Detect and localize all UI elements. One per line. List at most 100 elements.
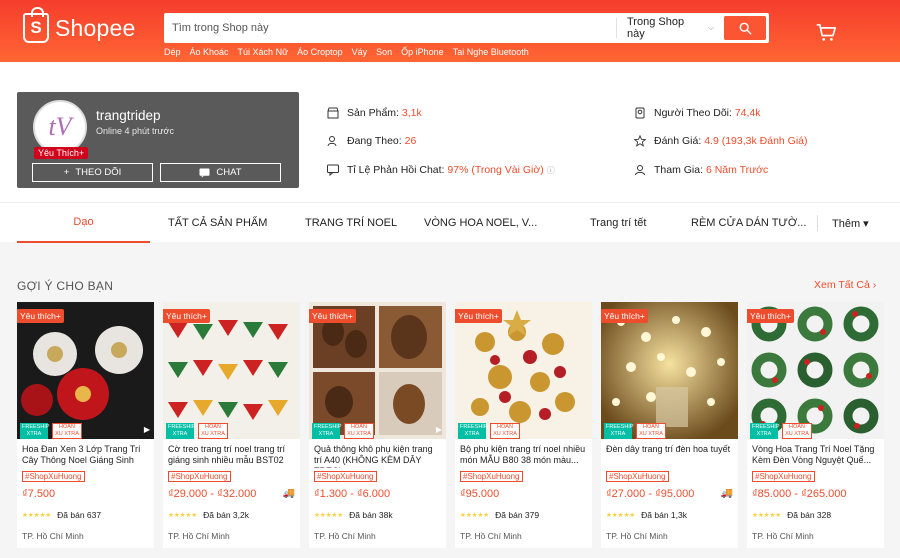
stat-label: Đang Theo: — [347, 135, 402, 147]
trend-tag: #ShopXuHuong — [752, 471, 815, 482]
product-name: Đèn dây trang trí đèn hoa tuyết — [606, 444, 731, 454]
search-bar: Trong Shop này ⌵ — [164, 13, 769, 43]
stat-value: 4.9 (193,3k Đánh Giá) — [704, 135, 808, 147]
favorite-badge: Yêu thích+ — [309, 309, 356, 323]
sold-count: Đã bán 637 — [57, 510, 102, 520]
stat-value: 6 Năm Trước — [705, 164, 769, 176]
suggestion-link[interactable]: Ốp iPhone — [401, 47, 444, 57]
product-price: ₫95.000 — [460, 488, 500, 500]
logo-text: Shopee — [55, 14, 136, 41]
trend-tag: #ShopXuHuong — [460, 471, 523, 482]
rating-stars-icon: ★★★★★ — [752, 512, 782, 519]
promo-banner: FREESHIP XTRA HOÀN XU XTRA — [601, 420, 738, 439]
suggestion-link[interactable]: Áo Khoác — [190, 47, 229, 57]
tab-all-products[interactable]: TẤT CẢ SẢN PHẨM — [168, 203, 267, 243]
trend-tag: #ShopXuHuong — [606, 471, 669, 482]
product-location: TP. Hồ Chí Minh — [168, 531, 230, 541]
product-rating: ★★★★★ Đã bán 379 — [460, 510, 539, 520]
video-play-icon: ▶ — [435, 425, 442, 434]
sold-count: Đã bán 328 — [787, 510, 832, 520]
shopee-logo[interactable]: S Shopee — [23, 7, 136, 43]
product-image: Yêu thích+ FREESHIP XTRA HOÀN XU XTRA — [747, 302, 884, 439]
freeship-badge: FREESHIP XTRA — [458, 423, 488, 439]
favorite-badge: Yêu thích+ — [17, 309, 64, 323]
tab-noel-wreath[interactable]: VÒNG HOA NOEL, V... — [424, 203, 537, 243]
stat-chat-response: Tỉ Lệ Phản Hồi Chat: 97% (Trong Vài Giờ)… — [327, 164, 555, 176]
search-button[interactable] — [724, 16, 766, 40]
suggestion-link[interactable]: Áo Croptop — [297, 47, 343, 57]
stat-value: 97% (Trong Vài Giờ) — [447, 164, 544, 176]
coin-back-badge: HOÀN XU XTRA — [52, 423, 82, 439]
sold-count: Đã bán 379 — [495, 510, 540, 520]
product-price: ₫27.000 - ₫95.000 — [606, 488, 695, 500]
product-rating: ★★★★★ Đã bán 328 — [752, 510, 831, 520]
product-rating: ★★★★★ Đã bán 1,3k — [606, 510, 687, 520]
sold-count: Đã bán 3,2k — [203, 510, 249, 520]
coin-back-badge: HOÀN XU XTRA — [198, 423, 228, 439]
coin-back-badge: HOÀN XU XTRA — [344, 423, 374, 439]
followers-icon — [635, 107, 645, 119]
shop-name: trangtridep — [96, 108, 161, 123]
stat-followers: Người Theo Dõi: 74,4k — [634, 107, 761, 119]
tab-divider — [817, 215, 818, 231]
shop-card: tV Yêu Thích+ trangtridep Online 4 phút … — [17, 92, 299, 188]
sold-count: Đã bán 1,3k — [641, 510, 687, 520]
trend-tag: #ShopXuHuong — [314, 471, 377, 482]
tab-dao[interactable]: Dạo — [17, 203, 150, 243]
product-card[interactable]: Yêu thích+ FREESHIP XTRA HOÀN XU XTRA ▶ … — [309, 302, 446, 548]
product-location: TP. Hồ Chí Minh — [22, 531, 84, 541]
tab-more[interactable]: Thêm ▾ — [832, 203, 869, 243]
product-image: Yêu thích+ FREESHIP XTRA HOÀN XU XTRA ▶ — [309, 302, 446, 439]
search-scope-label: Trong Shop này — [627, 16, 685, 40]
tab-noel-decor[interactable]: TRANG TRÍ NOEL — [305, 203, 397, 243]
delivery-truck-icon: 🚚 — [720, 488, 733, 499]
product-rating: ★★★★★ Đã bán 3,2k — [168, 510, 249, 520]
suggestion-link[interactable]: Váy — [352, 47, 368, 57]
product-name: Cờ treo trang trí noel trang trí giáng s… — [168, 444, 285, 465]
follow-label: THEO DÕI — [75, 167, 122, 178]
follow-button[interactable]: + THEO DÕI — [32, 163, 153, 182]
product-image: Yêu thích+ FREESHIP XTRA HOÀN XU XTRA — [455, 302, 592, 439]
chat-label: CHAT — [216, 167, 242, 178]
product-card[interactable]: Yêu thích+ FREESHIP XTRA HOÀN XU XTRA Bộ… — [455, 302, 592, 548]
search-scope-select[interactable]: Trong Shop này ⌵ — [616, 16, 724, 40]
coin-back-badge: HOÀN XU XTRA — [636, 423, 666, 439]
promo-banner: FREESHIP XTRA HOÀN XU XTRA — [747, 420, 884, 439]
shop-tabs: Dạo TẤT CẢ SẢN PHẨM TRANG TRÍ NOEL VÒNG … — [0, 202, 900, 243]
favorite-badge: Yêu thích+ — [163, 309, 210, 323]
tab-tet-decor[interactable]: Trang trí tết — [590, 203, 646, 243]
suggestion-link[interactable]: Dép — [164, 47, 181, 57]
store-icon — [327, 107, 339, 119]
chat-button[interactable]: CHAT — [160, 163, 281, 182]
see-all-link[interactable]: Xem Tất Cả › — [814, 279, 876, 291]
product-card[interactable]: Yêu thích+ FREESHIP XTRA HOÀN XU XTRA Cờ… — [163, 302, 300, 548]
suggestion-link[interactable]: Tai Nghe Bluetooth — [453, 47, 529, 57]
product-name: Bộ phụ kiện trang trí noel nhiều món MẪU… — [460, 444, 586, 465]
rating-stars-icon: ★★★★★ — [460, 512, 490, 519]
star-icon — [634, 135, 646, 147]
product-price: ₫29.000 - ₫32.000 — [168, 488, 257, 500]
avatar[interactable]: tV — [33, 100, 87, 154]
product-card[interactable]: Yêu thích+ FREESHIP XTRA HOÀN XU XTRA Vò… — [747, 302, 884, 548]
search-input[interactable] — [172, 22, 616, 34]
chat-bubble-icon — [327, 164, 339, 176]
tab-curtains[interactable]: RÈM CỬA DÁN TƯỜ... — [691, 203, 806, 243]
product-card[interactable]: Yêu thích+ FREESHIP XTRA HOÀN XU XTRA ▶ … — [17, 302, 154, 548]
chat-icon — [199, 167, 210, 178]
plus-icon: + — [63, 167, 70, 178]
cart-button[interactable] — [816, 23, 837, 45]
promo-banner: FREESHIP XTRA HOÀN XU XTRA — [163, 420, 300, 439]
section-title: GỢI Ý CHO BẠN — [17, 279, 114, 293]
stat-following: Đang Theo: 26 — [327, 135, 416, 147]
freeship-badge: FREESHIP XTRA — [604, 423, 634, 439]
product-card[interactable]: Yêu thích+ FREESHIP XTRA HOÀN XU XTRA Đè… — [601, 302, 738, 548]
product-image: Yêu thích+ FREESHIP XTRA HOÀN XU XTRA ▶ — [17, 302, 154, 439]
shopping-bag-icon: S — [23, 7, 49, 43]
product-price: ₫1.300 - ₫6.000 — [314, 488, 391, 500]
info-icon[interactable]: ⓘ — [547, 166, 555, 175]
product-name: Quả thông khô phụ kiện trang trí A40 (KH… — [314, 444, 433, 468]
user-follow-icon — [327, 136, 337, 147]
suggestion-link[interactable]: Túi Xách Nữ — [238, 47, 289, 57]
stat-label: Đánh Giá: — [654, 135, 702, 147]
suggestion-link[interactable]: Son — [376, 47, 392, 57]
